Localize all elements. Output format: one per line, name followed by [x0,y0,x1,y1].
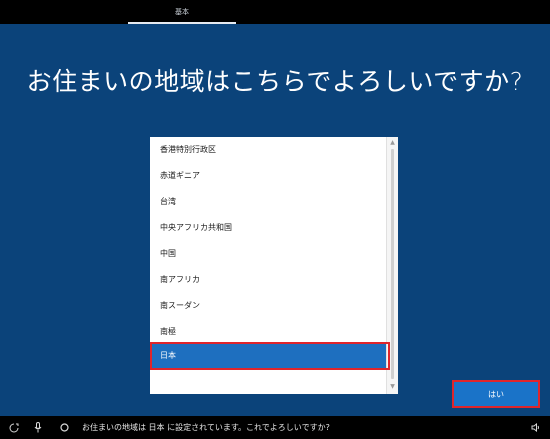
scroll-down-arrow-icon[interactable]: ▼ [387,381,398,392]
top-bar: 基本 [0,0,550,24]
volume-icon[interactable] [528,416,544,439]
region-item-taiwan[interactable]: 台湾 [150,189,386,215]
bottom-bar: お住まいの地域は 日本 に設定されています。これでよろしいですか? [0,416,550,439]
selected-item-highlight [150,342,390,370]
oobe-region-panel: お住まいの地域はこちらでよろしいですか? 香港特別行政区 赤道ギニア 台湾 中央… [0,24,550,416]
region-item-south-sudan[interactable]: 南スーダン [150,293,386,319]
status-message: お住まいの地域は 日本 に設定されています。これでよろしいですか? [82,423,330,432]
region-item-equatorial-guinea[interactable]: 赤道ギニア [150,163,386,189]
page-title: お住まいの地域はこちらでよろしいですか? [26,67,524,96]
region-item-hong-kong[interactable]: 香港特別行政区 [150,137,386,163]
tab-basic[interactable]: 基本 [128,0,236,24]
region-item-south-africa[interactable]: 南アフリカ [150,267,386,293]
region-item-china[interactable]: 中国 [150,241,386,267]
scrollbar-thumb[interactable] [391,149,394,379]
microphone-icon[interactable] [30,416,46,439]
scroll-up-arrow-icon[interactable]: ▲ [387,137,398,148]
ease-of-access-icon[interactable] [6,416,22,439]
region-item-central-african-republic[interactable]: 中央アフリカ共和国 [150,215,386,241]
yes-button[interactable]: はい [452,380,540,408]
cortana-circle-icon[interactable] [56,416,72,439]
